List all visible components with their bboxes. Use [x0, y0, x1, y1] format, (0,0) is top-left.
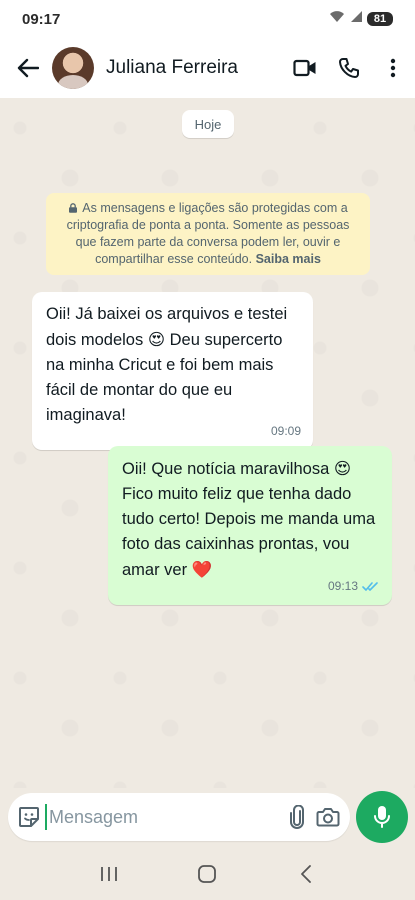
message-time: 09:09: [270, 424, 301, 438]
encryption-notice[interactable]: As mensagens e ligações são protegidas c…: [46, 193, 370, 275]
chevron-left-icon: [300, 865, 311, 883]
paperclip-icon: [289, 805, 304, 829]
message-text-part: Fico muito feliz que tenha dado tudo cer…: [122, 485, 376, 579]
status-bar: 09:17 81: [0, 0, 415, 38]
message-time: 09:13: [327, 579, 358, 593]
sticker-button[interactable]: [12, 795, 45, 839]
back-arrow-icon: [17, 58, 39, 78]
system-nav-bar: [0, 848, 415, 900]
home-icon: [198, 865, 217, 883]
voice-message-button[interactable]: [356, 791, 408, 843]
message-meta: 09:13: [328, 574, 380, 599]
signal-icon: [349, 10, 363, 28]
message-meta: 09:09: [271, 419, 301, 444]
date-chip: Hoje: [182, 110, 234, 138]
message-text: Oii! Que notícia maravilhosa 😍 Fico muit…: [122, 459, 376, 579]
voice-call-button[interactable]: [327, 46, 371, 90]
message-outgoing[interactable]: Oii! Que notícia maravilhosa 😍 Fico muit…: [108, 446, 392, 605]
attach-button[interactable]: [281, 795, 313, 839]
wifi-icon: [329, 10, 345, 28]
recent-apps-button[interactable]: [85, 854, 133, 894]
home-button[interactable]: [183, 854, 231, 894]
sticker-icon: [18, 807, 39, 827]
chat-header: Juliana Ferreira: [0, 38, 415, 98]
contact-name[interactable]: Juliana Ferreira: [106, 57, 283, 79]
video-camera-icon: [293, 59, 316, 77]
nav-back-button[interactable]: [282, 854, 330, 894]
status-time: 09:17: [22, 10, 61, 28]
back-button[interactable]: [6, 46, 50, 90]
microphone-icon: [374, 806, 390, 828]
message-text-part: Oii! Que notícia maravilhosa: [122, 460, 334, 478]
message-text: Oii! Já baixei os arquivos e testei dois…: [46, 305, 287, 424]
red-heart-emoji: ❤️: [191, 560, 213, 579]
chat-area[interactable]: Hoje As mensagens e ligações são protegi…: [0, 98, 415, 788]
message-composer: [8, 793, 350, 841]
battery-indicator: 81: [367, 12, 393, 26]
more-options-button[interactable]: [371, 46, 415, 90]
kebab-menu-icon: [390, 58, 396, 78]
camera-icon: [316, 808, 340, 827]
heart-eyes-emoji: 😍: [147, 330, 166, 349]
lock-icon: [69, 203, 78, 213]
heart-eyes-emoji: 😍: [333, 459, 352, 478]
recent-apps-icon: [101, 867, 118, 881]
message-input[interactable]: [45, 804, 281, 830]
learn-more-link[interactable]: Saiba mais: [256, 252, 321, 266]
read-receipt-icon: [362, 582, 378, 591]
avatar[interactable]: [52, 47, 94, 89]
camera-button[interactable]: [313, 795, 345, 839]
phone-icon: [339, 58, 359, 78]
status-right: 81: [329, 10, 393, 28]
message-incoming[interactable]: Oii! Já baixei os arquivos e testei dois…: [32, 292, 313, 450]
video-call-button[interactable]: [283, 46, 327, 90]
